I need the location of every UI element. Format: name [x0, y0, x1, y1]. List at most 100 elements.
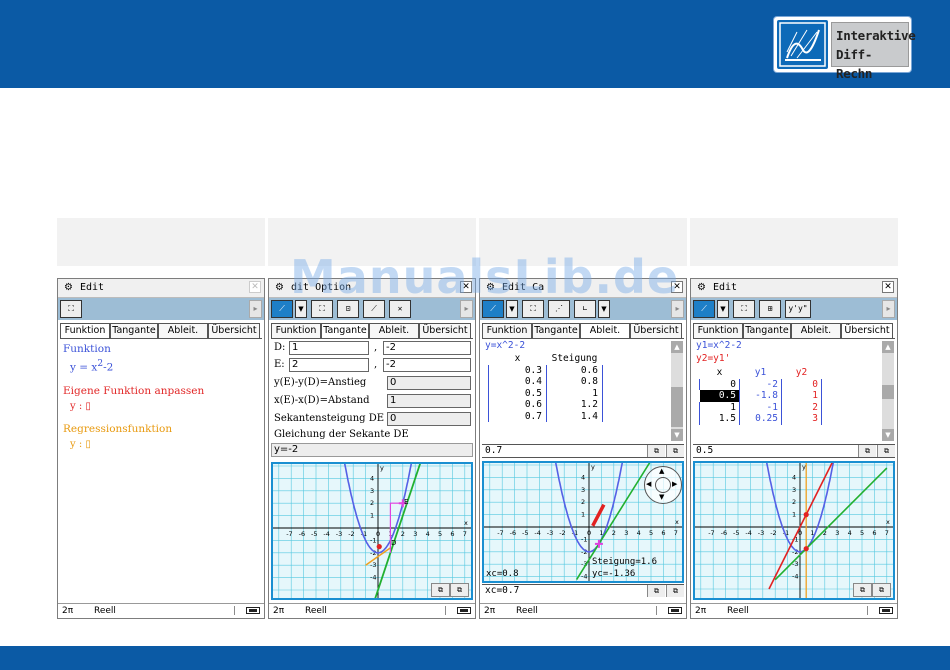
zoom-box-icon[interactable]: ⛶: [733, 300, 755, 318]
pan-control[interactable]: ▲ ▼ ◀ ▶: [644, 466, 682, 504]
window-paste-icon[interactable]: ⧉: [872, 583, 891, 597]
tab-tangante[interactable]: Tangante: [110, 323, 158, 338]
table-row[interactable]: 1.5 0.25 3: [699, 413, 822, 425]
scatter-icon[interactable]: ⋰: [548, 300, 570, 318]
tab-funktion[interactable]: Funktion: [60, 323, 110, 339]
lock-icon[interactable]: ⊡: [337, 300, 359, 318]
window-copy-icon[interactable]: ⧉: [853, 583, 872, 597]
cell-x[interactable]: 0.5: [488, 387, 547, 399]
tab-funktion[interactable]: Funktion: [693, 323, 743, 338]
derivative-icon[interactable]: y'y": [785, 300, 811, 318]
cell-x[interactable]: 1: [699, 401, 740, 413]
point-d-y-field[interactable]: -2: [383, 341, 471, 355]
table-row[interactable]: 0.3 0.6: [488, 364, 603, 376]
scroll-up-icon[interactable]: ▲: [671, 341, 683, 353]
tab-ableit[interactable]: Ableit.: [580, 323, 630, 339]
table-row[interactable]: 0.5 1: [488, 387, 603, 399]
table-scrollbar[interactable]: ▲ ▼: [671, 341, 683, 441]
cell-slope[interactable]: 1: [546, 387, 603, 399]
graph-window[interactable]: -7 -6 -5 -4 -3 -2 -1 0 1 2 3 4 5 6 7 4 3 2 1 -1 -2 -3 -4 x y E D…: [271, 462, 473, 600]
dropdown-icon[interactable]: ▼: [598, 300, 610, 318]
cell-slope[interactable]: 1.4: [546, 410, 603, 422]
value-input-line[interactable]: 0.5 ⧉ ⧉: [693, 444, 895, 458]
paste-icon[interactable]: ⧉: [666, 445, 684, 457]
title-edit[interactable]: Edit: [80, 279, 104, 297]
tab-tangante[interactable]: Tangante: [743, 323, 791, 338]
gear-icon[interactable]: ⚙: [697, 279, 706, 297]
point-e-y-field[interactable]: -2: [383, 358, 471, 372]
point-d-x-field[interactable]: 1: [289, 341, 369, 355]
graph-input-line[interactable]: xc=0.7 ⧉ ⧉: [482, 584, 684, 598]
tab-funktion[interactable]: Funktion: [482, 323, 532, 338]
cell-y2[interactable]: 0: [781, 378, 822, 390]
copy-icon[interactable]: ⧉: [647, 445, 665, 457]
tab-ableit[interactable]: Ableit.: [791, 323, 841, 338]
window-paste-icon[interactable]: ⧉: [450, 583, 469, 597]
tab-tangante[interactable]: Tangante: [532, 323, 580, 338]
cell-y1[interactable]: -2: [739, 378, 782, 390]
paste-icon[interactable]: ⧉: [666, 585, 684, 597]
cell-y2[interactable]: 1: [781, 390, 822, 402]
graph-icon[interactable]: ⟋: [271, 300, 293, 318]
scroll-down-icon[interactable]: ▼: [671, 429, 683, 441]
close-icon[interactable]: ✕: [882, 281, 894, 293]
pan-center-icon[interactable]: [655, 477, 671, 493]
table-scrollbar[interactable]: ▲ ▼: [882, 341, 894, 441]
cell-slope[interactable]: 0.8: [546, 376, 603, 388]
paste-icon[interactable]: ⧉: [877, 445, 895, 457]
window-copy-icon[interactable]: ⧉: [431, 583, 450, 597]
toolbar-scroll-right-icon[interactable]: ▸: [460, 300, 473, 318]
gear-icon[interactable]: ⚙: [64, 279, 73, 297]
toolbar-scroll-right-icon[interactable]: ▸: [249, 300, 262, 318]
dropdown-icon[interactable]: ▼: [295, 300, 307, 318]
table-row[interactable]: 0.4 0.8: [488, 376, 603, 388]
graph-window[interactable]: -7 -6 -5 -4 -3 -2 -1 0 1 2 3 4 5 6 7 4 3 2 1 -1 -2 -3 -4 x y ⧉ ⧉: [693, 461, 895, 600]
value-table[interactable]: x y1 y2 0 -2 0 0.5 -1.8 1 1 -1 2 1.5 0.25 3: [699, 367, 822, 425]
graph-window[interactable]: -7 -6 -5 -4 -3 -2 -1 0 1 2 3 4 5 6 7 4 3 2 1 -1 -2 -3 -4 x y ▲ ▼…: [482, 461, 684, 583]
pan-right-icon[interactable]: ▶: [672, 480, 677, 488]
value-input-line[interactable]: 0.7 ⧉ ⧉: [482, 444, 684, 458]
secant-icon[interactable]: ⟋: [363, 300, 385, 318]
zoom-box-icon[interactable]: ⛶: [60, 300, 82, 318]
cell-x[interactable]: 0.6: [488, 399, 547, 411]
cell-x[interactable]: 0.4: [488, 376, 547, 388]
close-icon[interactable]: ✕: [671, 281, 683, 293]
zoom-box-icon[interactable]: ⛶: [311, 300, 333, 318]
cell-x[interactable]: 0: [699, 378, 740, 390]
gear-icon[interactable]: ⚙: [275, 279, 284, 297]
slope-table[interactable]: x Steigung 0.3 0.6 0.4 0.8 0.5 1 0.6 1.2 0.7…: [488, 353, 603, 422]
scroll-thumb[interactable]: [671, 387, 683, 427]
toolbar-scroll-right-icon[interactable]: ▸: [882, 300, 895, 318]
copy-icon[interactable]: ⧉: [647, 585, 665, 597]
toolbar-scroll-right-icon[interactable]: ▸: [671, 300, 684, 318]
close-icon[interactable]: ✕: [460, 281, 472, 293]
tangent-icon[interactable]: ✕: [389, 300, 411, 318]
zoom-box-icon[interactable]: ⛶: [522, 300, 544, 318]
title-edit-calc[interactable]: Edit Ca: [502, 279, 544, 297]
point-e-x-field[interactable]: 2: [289, 358, 369, 372]
tab-tangante[interactable]: Tangante: [321, 323, 369, 339]
cell-x-selected[interactable]: 0.5: [699, 390, 740, 402]
dropdown-icon[interactable]: ▼: [717, 300, 729, 318]
tab-ableit[interactable]: Ableit.: [369, 323, 419, 338]
table-row[interactable]: 0 -2 0: [699, 378, 822, 390]
copy-icon[interactable]: ⧉: [858, 445, 876, 457]
tab-uebersicht[interactable]: Übersicht: [630, 323, 682, 338]
cell-y1[interactable]: -1: [739, 401, 782, 413]
gear-icon[interactable]: ⚙: [486, 279, 495, 297]
cell-y1[interactable]: -1.8: [739, 390, 782, 402]
regression-input[interactable]: y : ▯: [70, 439, 91, 450]
cell-x[interactable]: 1.5: [699, 413, 740, 425]
scroll-up-icon[interactable]: ▲: [882, 341, 894, 353]
table-row[interactable]: 0.6 1.2: [488, 399, 603, 411]
pan-up-icon[interactable]: ▲: [659, 467, 664, 475]
tab-ableit[interactable]: Ableit.: [158, 323, 208, 338]
title-edit[interactable]: Edit: [713, 279, 737, 297]
graph-icon[interactable]: ⟋: [482, 300, 504, 318]
tab-uebersicht[interactable]: Übersicht: [208, 323, 260, 338]
cell-x[interactable]: 0.7: [488, 410, 547, 422]
graph-icon[interactable]: ⟋: [693, 300, 715, 318]
tab-uebersicht[interactable]: Übersicht: [419, 323, 471, 338]
cell-x[interactable]: 0.3: [488, 364, 547, 376]
table-row[interactable]: 1 -1 2: [699, 401, 822, 413]
